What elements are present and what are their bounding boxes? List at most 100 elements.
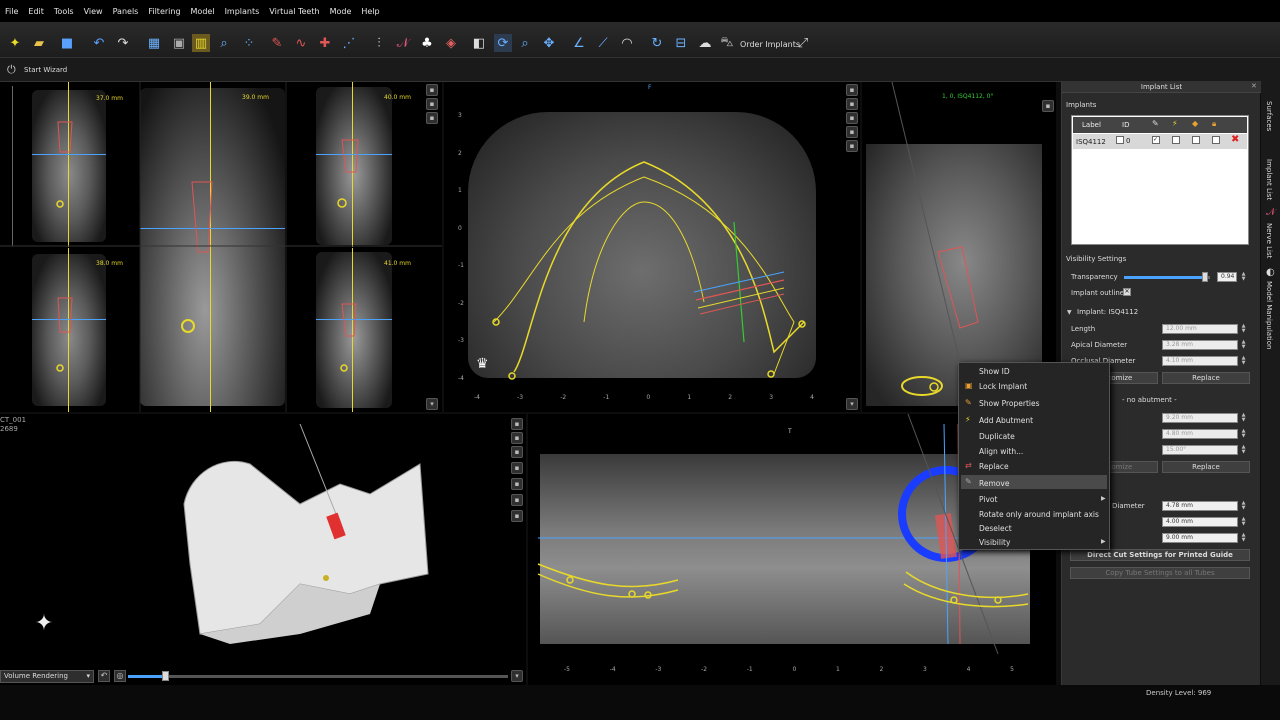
axial-panel-option-3[interactable]: ▪	[846, 112, 858, 124]
delete-icon[interactable]: ✖	[1231, 134, 1239, 145]
abutment-spinner-2[interactable]: ▲ ▼	[1240, 429, 1247, 439]
add-nerve-point-icon[interactable]: ✚	[316, 34, 334, 52]
axial-panel-option-1[interactable]: ▪	[846, 84, 858, 96]
slice-panel-toggle[interactable]: ▾	[426, 398, 438, 410]
menu-help[interactable]: Help	[356, 7, 384, 16]
open-folder-icon[interactable]: ▰	[30, 34, 48, 52]
copy-tube-button[interactable]: Copy Tube Settings to all Tubes	[1070, 567, 1250, 579]
apical-spinner[interactable]: ▲ ▼	[1240, 340, 1247, 350]
slice-panel-option-2[interactable]: ▪	[426, 98, 438, 110]
reset-view-icon[interactable]: ↻	[648, 34, 666, 52]
axial-panel-option-2[interactable]: ▪	[846, 98, 858, 110]
new-file-icon[interactable]: ✦	[6, 34, 24, 52]
pano-tool-7[interactable]: ▪	[511, 510, 523, 522]
implant-tool-icon[interactable]: ⫶	[370, 34, 388, 52]
menu-item-align-with[interactable]: Align with...	[979, 447, 1023, 456]
pano-tool-5[interactable]: ▪	[511, 478, 523, 490]
zoom-icon[interactable]: ⌕	[215, 34, 233, 52]
occlusal-diameter-input[interactable]: 4.10 mm	[1162, 356, 1238, 366]
abutment-spinner-1[interactable]: ▲ ▼	[1240, 413, 1247, 423]
render-slider-handle[interactable]	[162, 671, 169, 681]
menu-item-duplicate[interactable]: Duplicate	[979, 432, 1015, 441]
menu-mode[interactable]: Mode	[325, 7, 357, 16]
redo-icon[interactable]: ↷	[114, 34, 132, 52]
orientation-figure-icon[interactable]: ✦	[20, 590, 68, 658]
volume-rendering-panel[interactable]: CT_001 2689 ✦ Volume Rendering ▾ ↶ ◎ ▾	[0, 414, 526, 685]
axial-panel-toggle[interactable]: ▾	[846, 398, 858, 410]
contrast-icon[interactable]: ◧	[470, 34, 488, 52]
pano-tool-4[interactable]: ▪	[511, 462, 523, 474]
transparency-slider[interactable]	[1124, 276, 1210, 279]
angle-measure-icon[interactable]: ∠	[570, 34, 588, 52]
cart-icon[interactable]: ⛍	[718, 34, 736, 52]
row-visible-checkbox[interactable]	[1172, 136, 1180, 144]
layout-icon[interactable]: ▦	[145, 34, 163, 52]
cross-panel-option[interactable]: ▪	[1042, 100, 1054, 112]
draw-nerve-icon[interactable]: ✎	[268, 34, 286, 52]
measure-grid-icon[interactable]: ▥	[192, 34, 210, 52]
align-icon[interactable]: ⊟	[672, 34, 690, 52]
pano-tool-3[interactable]: ▪	[511, 446, 523, 458]
slice-views-panel[interactable]: 37.0 mm 39.0 mm 40.0 mm 38.0 mm 41.0 mm …	[0, 82, 442, 412]
direct-cut-button[interactable]: Direct Cut Settings for Printed Guide	[1070, 549, 1250, 561]
close-icon[interactable]: ✕	[1251, 82, 1257, 90]
pan-icon[interactable]: ✥	[540, 34, 558, 52]
menu-item-pivot[interactable]: Pivot	[979, 495, 997, 504]
undo-icon[interactable]: ↶	[90, 34, 108, 52]
row-edit-checkbox[interactable]: ✓	[1152, 136, 1160, 144]
menu-item-deselect[interactable]: Deselect	[979, 524, 1012, 533]
menu-edit[interactable]: Edit	[23, 7, 49, 16]
implant-outline-checkbox[interactable]: ✕	[1123, 288, 1131, 296]
pano-tool-6[interactable]: ▪	[511, 494, 523, 506]
diameter-spinner-3[interactable]: ▲ ▼	[1240, 533, 1247, 543]
order-implants-button[interactable]: Order Implants	[740, 40, 800, 49]
menu-item-lock-implant[interactable]: Lock Implant	[979, 382, 1027, 391]
render-settings-button[interactable]: ◎	[114, 670, 126, 682]
transparency-handle[interactable]	[1201, 272, 1208, 282]
menu-item-show-properties[interactable]: Show Properties	[979, 399, 1040, 408]
tab-implant-list[interactable]: Implant List	[1265, 159, 1273, 200]
abutment-spinner-3[interactable]: ▲ ▼	[1240, 445, 1247, 455]
occlusal-spinner[interactable]: ▲ ▼	[1240, 356, 1247, 366]
row-checkbox[interactable]	[1116, 136, 1124, 144]
menu-item-add-abutment[interactable]: Add Abutment	[979, 416, 1033, 425]
slice-panel-option-1[interactable]: ▪	[426, 84, 438, 96]
curve-tool-icon[interactable]: 𝒩	[394, 34, 412, 52]
rotate-icon[interactable]: ⟳	[494, 34, 512, 52]
diameter-input-3[interactable]: 9.00 mm	[1162, 533, 1238, 543]
tooth-icon[interactable]: ♣	[418, 34, 436, 52]
start-wizard-button[interactable]: Start Wizard	[24, 66, 67, 74]
screenshot-icon[interactable]: ▣	[170, 34, 188, 52]
pano-tool-2[interactable]: ▪	[511, 432, 523, 444]
nerve-curve-icon[interactable]: ∿	[292, 34, 310, 52]
menu-filtering[interactable]: Filtering	[143, 7, 185, 16]
abutment-input-1[interactable]: 9.20 mm	[1162, 413, 1238, 423]
transparency-spinner[interactable]: ▲ ▼	[1240, 272, 1247, 282]
slice-panel-option-3[interactable]: ▪	[426, 112, 438, 124]
abutment-input-2[interactable]: 4.80 mm	[1162, 429, 1238, 439]
render-mode-select[interactable]: Volume Rendering ▾	[0, 670, 94, 683]
diameter-spinner-2[interactable]: ▲ ▼	[1240, 517, 1247, 527]
apical-diameter-input[interactable]: 3.28 mm	[1162, 340, 1238, 350]
abutment-input-3[interactable]: 15.00°	[1162, 445, 1238, 455]
upload-cloud-icon[interactable]: ☁	[696, 34, 714, 52]
tab-surfaces[interactable]: Surfaces	[1265, 101, 1273, 131]
menu-item-rotate-axis[interactable]: Rotate only around implant axis	[979, 510, 1099, 519]
diameter-input-1[interactable]: 4.78 mm	[1162, 501, 1238, 511]
render-slider-track[interactable]	[128, 675, 508, 678]
model-icon[interactable]: ◈	[442, 34, 460, 52]
replace-button[interactable]: Replace	[1162, 372, 1250, 384]
save-icon[interactable]: ■	[58, 34, 76, 52]
tab-model-manipulation[interactable]: Model Manipulation	[1265, 281, 1273, 349]
menu-file[interactable]: File	[0, 7, 23, 16]
menu-item-show-id[interactable]: Show ID	[979, 367, 1010, 376]
path-points-icon[interactable]: ⋰	[340, 34, 358, 52]
menu-item-visibility[interactable]: Visibility	[979, 538, 1010, 547]
axial-view-panel[interactable]: F 3 2 1 0 -1 -2 -3 -4 -4 -3 -2 -1 0 1 2 …	[444, 82, 860, 412]
zoom-view-icon[interactable]: ⌕	[516, 34, 534, 52]
menu-implants[interactable]: Implants	[220, 7, 265, 16]
render-panel-toggle[interactable]: ▾	[511, 670, 523, 682]
pano-tool-1[interactable]: ▪	[511, 418, 523, 430]
distance-measure-icon[interactable]: ⟋	[594, 34, 612, 52]
row-lock-checkbox[interactable]	[1212, 136, 1220, 144]
